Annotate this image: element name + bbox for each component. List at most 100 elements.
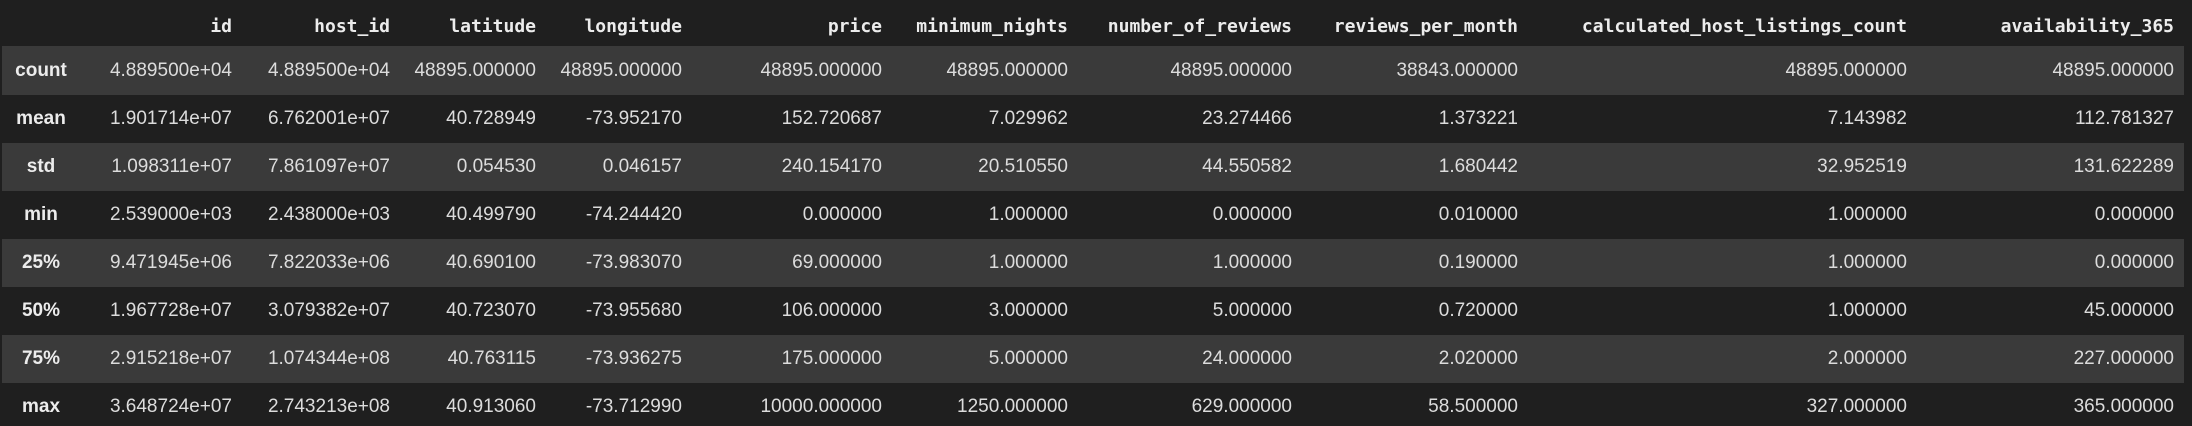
- table-row: max 3.648724e+07 2.743213e+08 40.913060 -73.…: [2, 383, 2184, 426]
- table-cell: 3.079382e+07: [267, 300, 390, 321]
- table-cell: 48895.000000: [1785, 60, 1907, 81]
- table-cell: 0.720000: [1438, 300, 1518, 321]
- dataframe-output: id host_id latitude longitude price minimum_n…: [0, 0, 2192, 426]
- row-label: std: [26, 156, 56, 177]
- column-header: latitude: [400, 6, 546, 47]
- table-cell: 327.000000: [1806, 396, 1907, 417]
- table-cell: 1.000000: [988, 252, 1068, 273]
- table-cell: -73.983070: [585, 252, 682, 273]
- table-cell: 0.000000: [1212, 204, 1292, 225]
- table-cell: 48895.000000: [946, 60, 1068, 81]
- table-cell: 152.720687: [781, 108, 882, 129]
- table-row: mean 1.901714e+07 6.762001e+07 40.728949 -73…: [2, 95, 2184, 143]
- table-cell: 3.648724e+07: [109, 396, 232, 417]
- table-cell: 1.680442: [1438, 156, 1518, 177]
- table-cell: 38843.000000: [1396, 60, 1518, 81]
- table-cell: -73.952170: [585, 108, 682, 129]
- table-cell: 0.046157: [602, 156, 682, 177]
- table-cell: 131.622289: [2073, 156, 2174, 177]
- table-cell: 112.781327: [2075, 108, 2174, 129]
- table-cell: 45.000000: [2084, 300, 2174, 321]
- table-cell: 4.889500e+04: [109, 60, 232, 81]
- describe-table: id host_id latitude longitude price minimum_n…: [2, 6, 2184, 426]
- row-label: mean: [16, 108, 66, 129]
- table-cell: 7.029962: [988, 108, 1068, 129]
- row-label: 25%: [21, 252, 61, 273]
- table-cell: 1.000000: [1827, 204, 1907, 225]
- table-cell: -73.712990: [585, 396, 682, 417]
- table-cell: 2.020000: [1438, 348, 1518, 369]
- header-row: id host_id latitude longitude price minimum_n…: [2, 6, 2184, 47]
- table-cell: 0.190000: [1438, 252, 1518, 273]
- table-cell: 2.915218e+07: [109, 348, 232, 369]
- table-cell: 227.000000: [2073, 348, 2174, 369]
- table-cell: 24.000000: [1202, 348, 1292, 369]
- column-header: longitude: [546, 6, 692, 47]
- table-cell: 69.000000: [792, 252, 882, 273]
- table-cell: 0.000000: [2094, 252, 2174, 273]
- table-cell: 1.098311e+07: [111, 156, 232, 177]
- table-cell: 40.763115: [447, 348, 536, 369]
- table-cell: 240.154170: [781, 156, 882, 177]
- table-row: std 1.098311e+07 7.861097e+07 0.054530 0.046…: [2, 143, 2184, 191]
- table-cell: 7.861097e+07: [267, 156, 390, 177]
- row-label: count: [15, 60, 67, 81]
- table-cell: 6.762001e+07: [267, 108, 390, 129]
- row-label: max: [21, 396, 61, 417]
- table-cell: 7.822033e+06: [267, 252, 390, 273]
- table-cell: 7.143982: [1827, 108, 1907, 129]
- table-cell: -74.244420: [585, 204, 682, 225]
- table-cell: 629.000000: [1191, 396, 1292, 417]
- table-cell: 1.000000: [1827, 252, 1907, 273]
- table-cell: 0.054530: [456, 156, 536, 177]
- table-cell: 1.901714e+07: [109, 108, 232, 129]
- table-row: 50% 1.967728e+07 3.079382e+07 40.723070 -73.…: [2, 287, 2184, 335]
- table-cell: 5.000000: [1212, 300, 1292, 321]
- table-cell: -73.936275: [585, 348, 682, 369]
- row-label: 50%: [21, 300, 61, 321]
- table-cell: 2.000000: [1827, 348, 1907, 369]
- column-header: price: [692, 6, 892, 47]
- table-row: 75% 2.915218e+07 1.074344e+08 40.763115 -73.…: [2, 335, 2184, 383]
- table-cell: 10000.000000: [760, 396, 882, 417]
- table-cell: 23.274466: [1202, 108, 1292, 129]
- table-cell: 48895.000000: [560, 60, 682, 81]
- table-cell: 2.539000e+03: [109, 204, 232, 225]
- table-cell: 1.074344e+08: [267, 348, 390, 369]
- table-cell: -73.955680: [585, 300, 682, 321]
- column-header: calculated_host_listings_count: [1528, 6, 1917, 47]
- table-cell: 40.723070: [446, 300, 536, 321]
- table-cell: 1.373221: [1438, 108, 1518, 129]
- table-cell: 1.000000: [1827, 300, 1907, 321]
- column-header: minimum_nights: [892, 6, 1078, 47]
- table-cell: 1250.000000: [957, 396, 1068, 417]
- table-cell: 40.913060: [446, 396, 536, 417]
- table-cell: 2.438000e+03: [267, 204, 390, 225]
- index-header: [2, 6, 80, 47]
- table-row: count 4.889500e+04 4.889500e+04 48895.00000…: [2, 46, 2184, 95]
- table-cell: 0.010000: [1438, 204, 1518, 225]
- column-header: number_of_reviews: [1078, 6, 1302, 47]
- table-cell: 1.000000: [1212, 252, 1292, 273]
- table-cell: 0.000000: [802, 204, 882, 225]
- table-cell: 40.728949: [446, 108, 536, 129]
- table-cell: 20.510550: [978, 156, 1068, 177]
- table-cell: 4.889500e+04: [267, 60, 390, 81]
- row-label: 75%: [21, 348, 61, 369]
- table-row: 25% 9.471945e+06 7.822033e+06 40.690100 -73.…: [2, 239, 2184, 287]
- column-header: id: [80, 6, 242, 47]
- table-cell: 58.500000: [1428, 396, 1518, 417]
- table-cell: 175.000000: [781, 348, 882, 369]
- row-label: min: [24, 204, 58, 225]
- column-header: host_id: [242, 6, 400, 47]
- table-cell: 1.000000: [988, 204, 1068, 225]
- table-cell: 32.952519: [1817, 156, 1907, 177]
- table-cell: 48895.000000: [2052, 60, 2174, 81]
- table-body: count 4.889500e+04 4.889500e+04 48895.00000…: [2, 46, 2184, 426]
- table-cell: 5.000000: [988, 348, 1068, 369]
- column-header: availability_365: [1917, 6, 2184, 47]
- column-header: reviews_per_month: [1302, 6, 1528, 47]
- table-cell: 365.000000: [2073, 396, 2174, 417]
- table-cell: 106.000000: [781, 300, 882, 321]
- table-cell: 48895.000000: [1170, 60, 1292, 81]
